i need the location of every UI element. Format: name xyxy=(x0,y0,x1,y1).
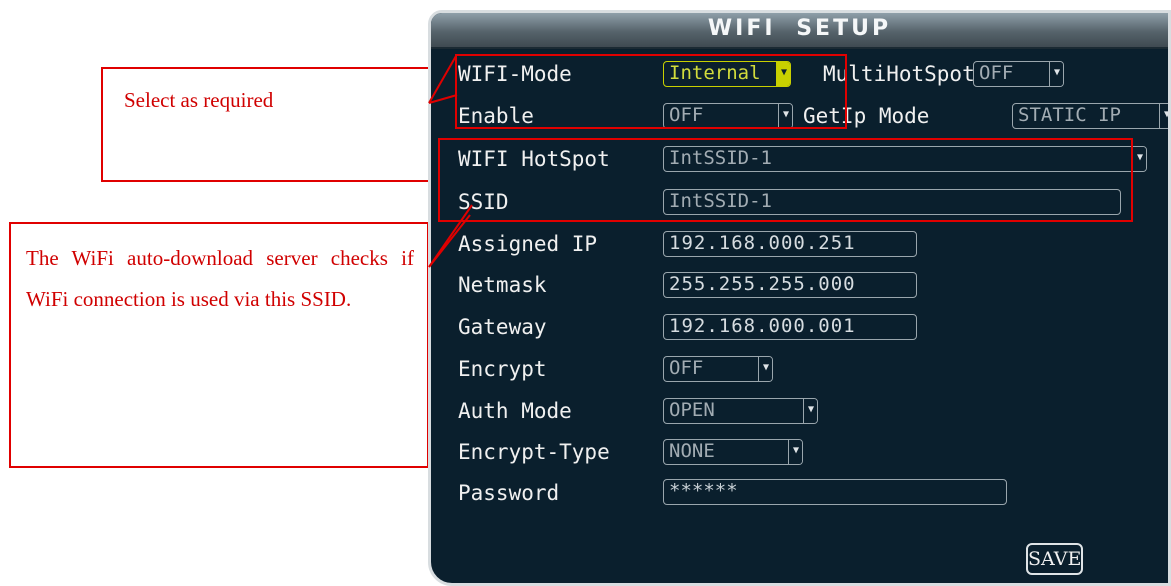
leader-line xyxy=(428,214,471,268)
annotation-leader-lines xyxy=(428,55,473,268)
